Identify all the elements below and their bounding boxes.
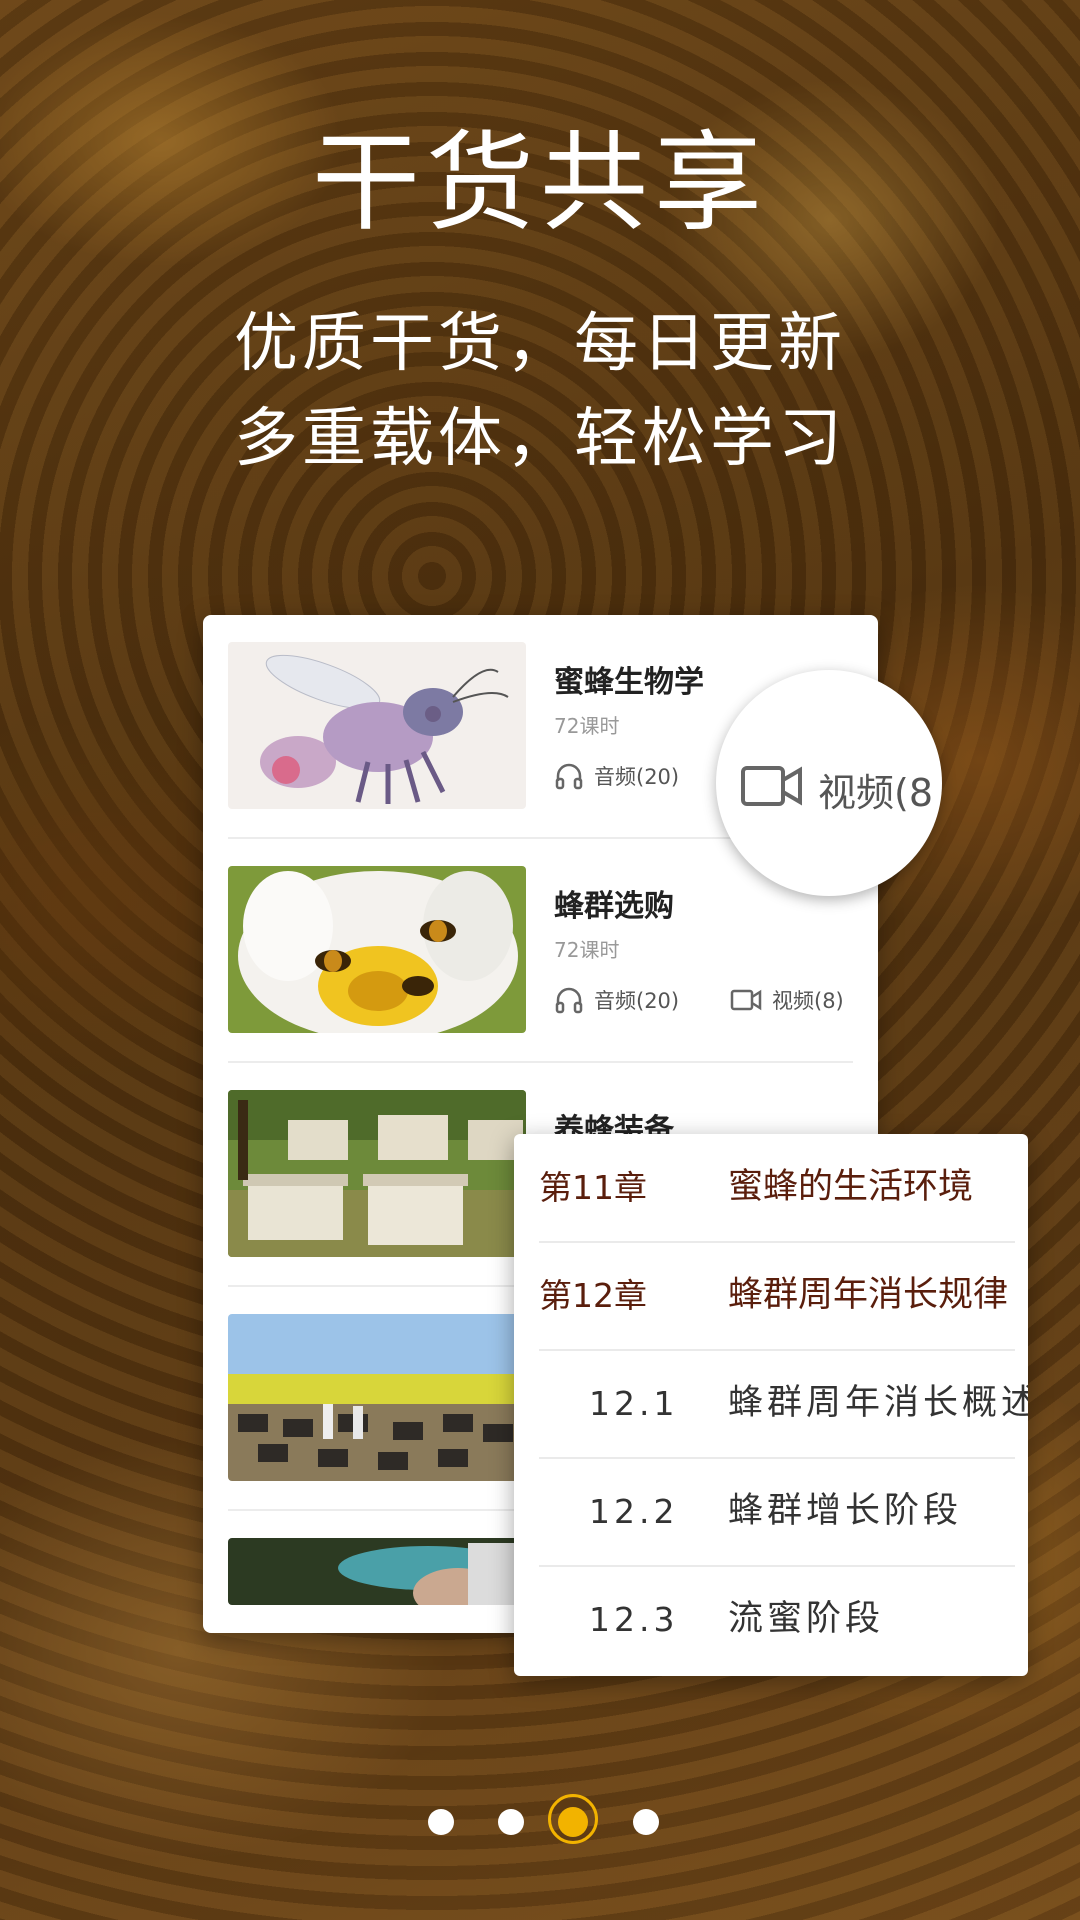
course-hours: 72课时: [554, 938, 620, 962]
course-title: 蜂群选购: [554, 889, 674, 924]
toc-title: 流蜜阶段: [728, 1599, 885, 1639]
audio-label: 音频(20): [594, 765, 680, 789]
page-dot-1[interactable]: [428, 1809, 454, 1835]
toc-number: 第11章: [539, 1168, 647, 1207]
toc-number: 12.2: [589, 1492, 679, 1531]
bees-on-flower-thumbnail: [228, 866, 526, 1033]
audio-label: 音频(20): [594, 989, 680, 1013]
video-count[interactable]: 视频(8): [730, 985, 844, 1015]
toc-row-chapter-12[interactable]: 第12章 蜂群周年消长规律: [539, 1242, 1015, 1351]
headphones-icon: [555, 987, 583, 1014]
toc-title: 蜂群周年消长规律: [728, 1275, 1009, 1315]
video-camera-icon: [741, 766, 802, 806]
audio-count[interactable]: 音频(20): [554, 985, 679, 1015]
chapter-list-popup: 第11章 蜜蜂的生活环境 第12章 蜂群周年消长规律 12.1 蜂群周年消长概述…: [514, 1134, 1028, 1676]
subtitle-line-1: 优质干货，每日更新: [234, 307, 846, 381]
video-camera-icon: [730, 989, 762, 1011]
course-hours: 72课时: [554, 714, 620, 738]
video-zoom-callout: 视频(8: [716, 670, 942, 896]
headphones-icon: [555, 763, 583, 790]
toc-title: 蜜蜂的生活环境: [728, 1167, 974, 1207]
toc-row-section-12-3[interactable]: 12.3 流蜜阶段: [539, 1566, 1015, 1673]
page-title: 干货共享: [311, 121, 768, 246]
subtitle-line-2: 多重载体，轻松学习: [234, 402, 846, 476]
toc-row-section-12-1[interactable]: 12.1 蜂群周年消长概述: [539, 1350, 1028, 1459]
course-title: 蜜蜂生物学: [554, 665, 704, 700]
video-label: 视频(8): [772, 989, 844, 1013]
toc-title: 蜂群增长阶段: [728, 1491, 963, 1531]
page-dot-2[interactable]: [498, 1809, 524, 1835]
page-dot-4[interactable]: [633, 1809, 659, 1835]
beehives-thumbnail: [228, 1090, 526, 1257]
toc-number: 第12章: [539, 1276, 647, 1315]
apiary-field-thumbnail: [228, 1314, 526, 1481]
page-dot-3-active[interactable]: [558, 1807, 588, 1837]
audio-count[interactable]: 音频(20): [554, 761, 679, 791]
bee-anatomy-thumbnail: [228, 642, 526, 809]
beekeeper-thumbnail: [228, 1538, 526, 1605]
video-zoom-label: 视频(8: [818, 771, 934, 815]
toc-title: 蜂群周年消长概述: [728, 1383, 1028, 1423]
toc-number: 12.1: [589, 1384, 679, 1423]
toc-number: 12.3: [589, 1600, 679, 1639]
page-indicator: [0, 1792, 1080, 1852]
toc-row-chapter-11[interactable]: 第11章 蜜蜂的生活环境: [539, 1134, 1015, 1243]
toc-row-section-12-2[interactable]: 12.2 蜂群增长阶段: [539, 1458, 1015, 1567]
